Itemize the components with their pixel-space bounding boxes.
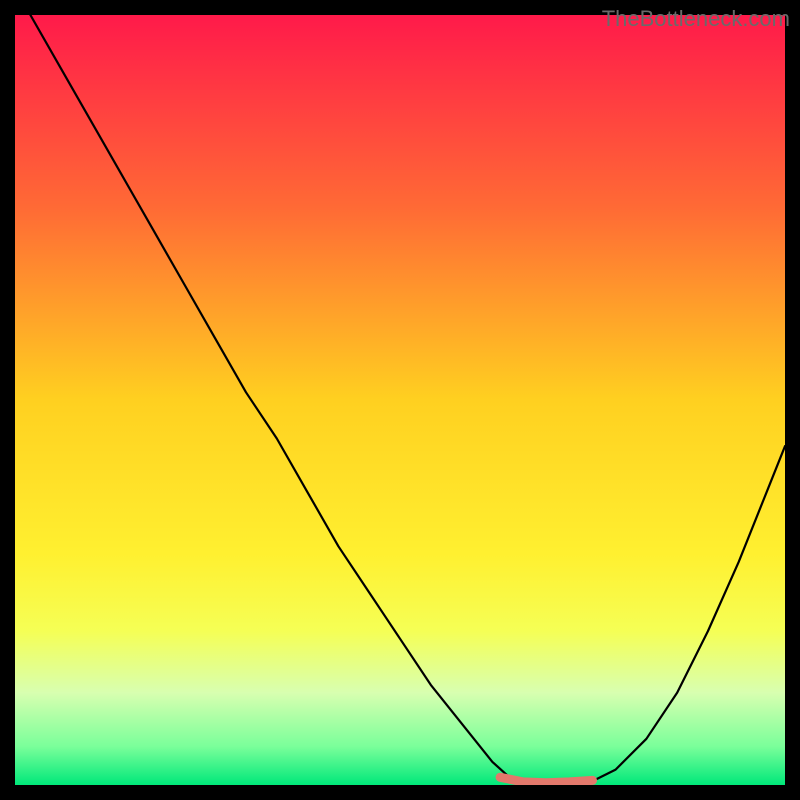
gradient-background bbox=[15, 15, 785, 785]
chart-frame bbox=[15, 15, 785, 785]
bottleneck-chart bbox=[15, 15, 785, 785]
watermark-text: TheBottleneck.com bbox=[602, 6, 790, 32]
